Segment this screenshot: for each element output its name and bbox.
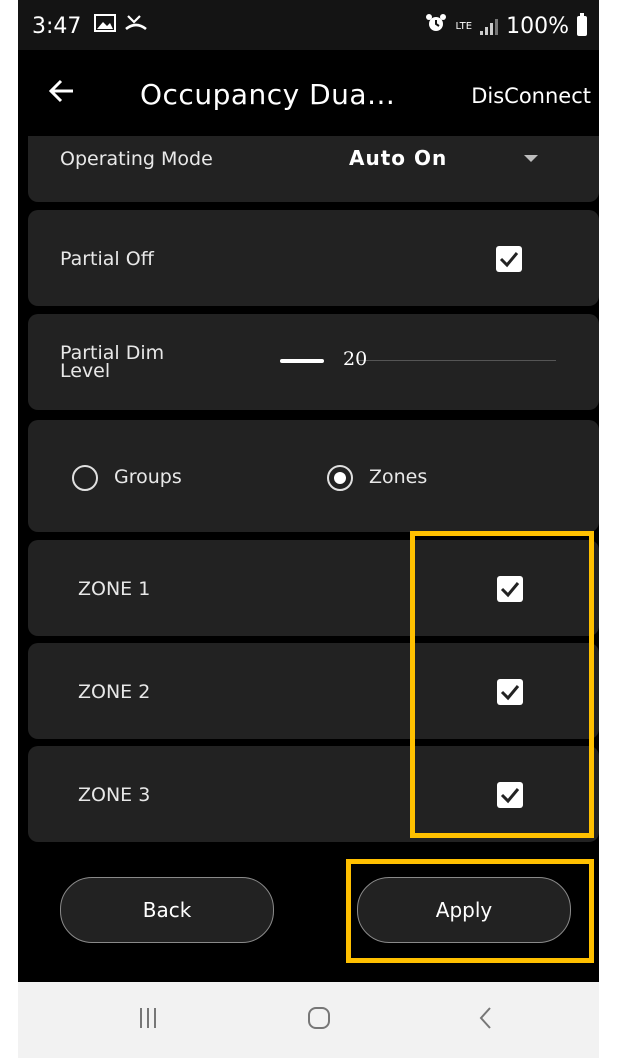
partial-off-label: Partial Off (60, 248, 154, 270)
system-nav-bar (18, 982, 599, 1058)
alarm-icon (425, 13, 447, 39)
zones-radio[interactable] (327, 465, 353, 491)
nav-back-icon[interactable] (478, 1006, 494, 1034)
status-time: 3:47 (32, 14, 82, 39)
page-title: Occupancy Dua... (140, 78, 396, 111)
partial-dim-label: Partial Dim Level (60, 344, 164, 382)
operating-mode-label: Operating Mode (60, 148, 213, 170)
recent-apps-icon[interactable] (138, 1006, 158, 1034)
operating-mode-row[interactable]: Operating Mode Auto On (28, 136, 599, 202)
partial-dim-value: 20 (343, 348, 368, 370)
partial-dim-row: Partial Dim Level 20 (28, 314, 599, 410)
zones-label[interactable]: Zones (369, 466, 427, 488)
target-selector: Groups Zones (28, 420, 599, 532)
app-bar: Occupancy Dua... DisConnect (18, 50, 599, 136)
zone-checkboxes-highlight (410, 531, 594, 838)
chevron-down-icon[interactable] (524, 155, 538, 162)
lte-indicator: LTE (455, 20, 473, 32)
partial-off-checkbox[interactable] (496, 246, 522, 272)
back-arrow-icon[interactable] (48, 72, 74, 112)
battery-percent: 100% (506, 13, 569, 39)
home-icon[interactable] (307, 1006, 331, 1034)
app-screen: 3:47 LTE 100% Occupancy Dua... DisConnec… (18, 0, 599, 982)
status-bar: 3:47 LTE 100% (18, 0, 599, 50)
battery-icon (577, 13, 587, 36)
disconnect-button[interactable]: DisConnect (471, 84, 591, 108)
signal-icon (480, 17, 499, 35)
partial-dim-label-line2: Level (60, 360, 111, 382)
zone-label: ZONE 2 (78, 681, 151, 703)
missed-call-icon (124, 13, 148, 38)
apply-button-highlight (346, 859, 594, 963)
partial-off-row: Partial Off (28, 210, 599, 306)
zone-label: ZONE 1 (78, 578, 151, 600)
groups-radio[interactable] (72, 465, 98, 491)
groups-label[interactable]: Groups (114, 466, 182, 488)
image-icon (94, 13, 116, 37)
back-button[interactable]: Back (60, 877, 274, 943)
operating-mode-value[interactable]: Auto On (349, 146, 447, 170)
slider-thumb[interactable] (280, 359, 324, 363)
slider-track[interactable] (358, 360, 556, 361)
zone-label: ZONE 3 (78, 784, 151, 806)
